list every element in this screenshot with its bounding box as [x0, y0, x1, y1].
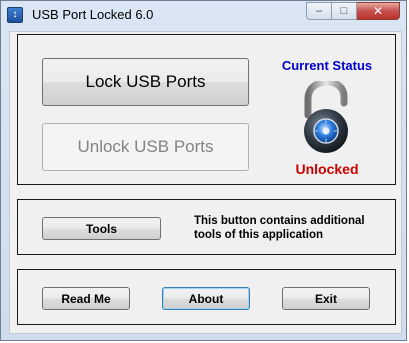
tools-description-line1: This button contains additional [194, 215, 365, 227]
lock-usb-ports-button[interactable]: Lock USB Ports [42, 58, 249, 106]
close-button[interactable]: ✕ [357, 2, 400, 20]
app-window: ↕ USB Port Locked 6.0 – □ ✕ Lock USB Por… [0, 0, 407, 341]
maximize-button[interactable]: □ [332, 2, 357, 20]
client-area: Lock USB Ports Unlock USB Ports Current … [9, 31, 402, 334]
tools-description: This button contains additional tools of… [194, 214, 390, 242]
read-me-button[interactable]: Read Me [42, 287, 130, 310]
status-value: Unlocked [295, 161, 359, 177]
tools-panel: Tools This button contains additional to… [17, 199, 396, 255]
unlock-usb-ports-button[interactable]: Unlock USB Ports [42, 123, 249, 171]
tools-description-line2: tools of this application [194, 229, 324, 241]
window-title: USB Port Locked 6.0 [32, 7, 154, 22]
exit-button[interactable]: Exit [282, 287, 370, 310]
usb-app-icon: ↕ [7, 7, 23, 23]
title-bar[interactable]: ↕ USB Port Locked 6.0 – □ ✕ [1, 1, 406, 31]
minimize-button[interactable]: – [306, 2, 332, 20]
current-status-heading: Current Status [281, 58, 373, 73]
caption-buttons: – □ ✕ [306, 2, 400, 20]
lock-panel: Lock USB Ports Unlock USB Ports Current … [17, 34, 396, 185]
open-padlock-icon [304, 81, 348, 153]
about-button[interactable]: About [162, 287, 250, 310]
tools-button[interactable]: Tools [42, 217, 161, 240]
footer-panel: Read Me About Exit [17, 269, 396, 325]
